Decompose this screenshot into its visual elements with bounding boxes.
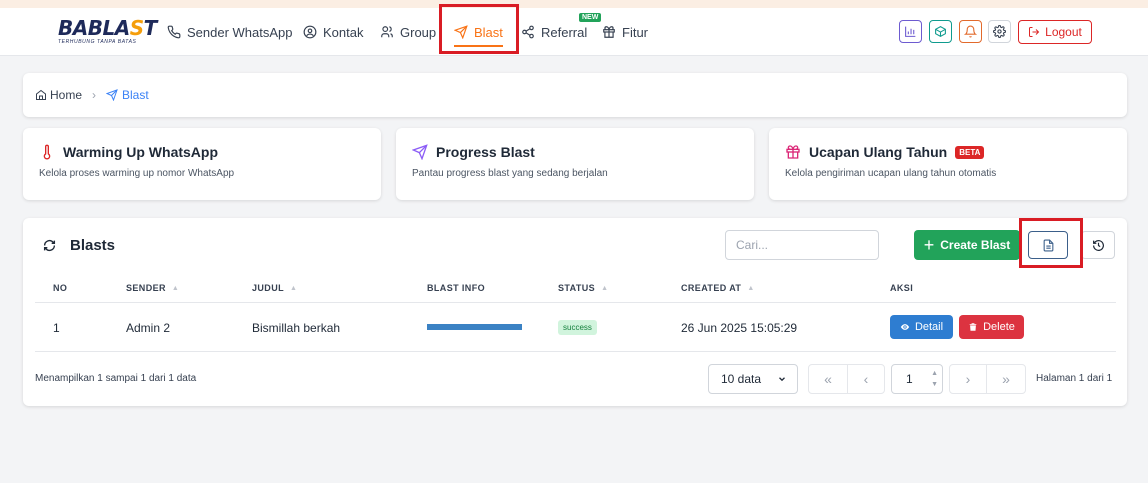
bar-chart-icon <box>905 26 916 37</box>
refresh-icon[interactable] <box>43 239 56 252</box>
caret-up-icon: ▲ <box>931 370 938 377</box>
document-icon <box>1043 239 1053 251</box>
sort-icon: ▲ <box>290 284 298 292</box>
feature-title: Ucapan Ulang Tahun <box>809 144 948 160</box>
cell-no: 1 <box>53 321 60 335</box>
delete-button[interactable]: Delete <box>959 315 1024 339</box>
feature-card-warming-up[interactable]: Warming Up WhatsApp Kelola proses warmin… <box>23 128 381 200</box>
chevron-left-icon: ‹ <box>863 371 869 387</box>
column-header-blast-info: BLAST INFO <box>427 283 485 293</box>
gift-icon <box>603 26 615 38</box>
history-icon <box>1092 239 1104 251</box>
gift-icon <box>786 145 800 159</box>
column-header-sender[interactable]: SENDER ▲ <box>126 283 179 293</box>
top-strip <box>0 0 1148 8</box>
column-header-created-at[interactable]: CREATED AT ▲ <box>681 283 755 293</box>
send-icon <box>454 25 468 39</box>
beta-badge: BETA <box>955 145 985 159</box>
nav-item-kontak[interactable]: Kontak <box>303 8 363 56</box>
send-icon <box>106 89 118 101</box>
sort-icon: ▲ <box>747 284 755 292</box>
nav-item-sender-whatsapp[interactable]: Sender WhatsApp <box>167 8 293 56</box>
gear-icon <box>993 25 1006 38</box>
double-chevron-left-icon: « <box>824 371 832 387</box>
column-header-no: NO <box>53 283 68 293</box>
thermometer-icon <box>43 144 51 160</box>
breadcrumb-current: Blast <box>106 88 149 102</box>
sort-icon: ▲ <box>171 284 180 292</box>
phone-icon <box>167 25 181 39</box>
active-underline <box>454 45 503 47</box>
cell-created-at: 26 Jun 2025 15:05:29 <box>681 321 798 335</box>
next-page-button[interactable]: › <box>949 364 987 394</box>
feature-card-ucapan-ulang-tahun[interactable]: Ucapan Ulang Tahun BETA Kelola pengirima… <box>769 128 1127 200</box>
plus-icon: + <box>923 235 935 255</box>
nav-item-referral[interactable]: Referral <box>521 8 587 56</box>
chevron-right-icon: › <box>965 371 971 387</box>
pagination-info: Menampilkan 1 sampai 1 dari 1 data <box>35 373 197 384</box>
search-input[interactable] <box>725 230 879 260</box>
document-button[interactable] <box>1028 231 1068 259</box>
feature-desc: Kelola proses warming up nomor WhatsApp <box>39 168 235 179</box>
feature-card-progress-blast[interactable]: Progress Blast Pantau progress blast yan… <box>396 128 754 200</box>
home-icon <box>36 89 46 100</box>
page-stepper[interactable]: ▲ ▼ <box>931 369 938 389</box>
per-page-select[interactable]: 10 data <box>708 364 798 394</box>
nav-item-blast[interactable]: Blast <box>454 8 503 56</box>
logout-button[interactable]: Logout <box>1018 20 1092 44</box>
blast-progress-bar <box>427 324 522 330</box>
brand-logo[interactable]: BABLAST TERHUBUNG TANPA BATAS <box>58 18 157 48</box>
caret-down-icon: ▼ <box>931 381 938 388</box>
breadcrumb-separator: › <box>92 88 97 102</box>
cell-sender: Admin 2 <box>126 321 171 335</box>
bell-icon <box>964 25 977 38</box>
stats-button[interactable] <box>899 20 922 43</box>
double-chevron-right-icon: » <box>1002 371 1010 387</box>
blast-progress-fill <box>427 324 522 330</box>
feature-title: Progress Blast <box>436 144 535 160</box>
page-of-label: Halaman 1 dari 1 <box>1036 373 1113 384</box>
notification-button[interactable] <box>959 20 982 43</box>
status-badge: success <box>558 320 597 335</box>
create-blast-button[interactable]: + Create Blast <box>914 230 1020 260</box>
sort-icon: ▲ <box>601 284 609 292</box>
package-button[interactable] <box>929 20 952 43</box>
column-header-judul[interactable]: JUDUL ▲ <box>252 283 297 293</box>
detail-button[interactable]: Detail <box>890 315 953 339</box>
trash-icon <box>969 323 977 331</box>
row-divider <box>35 351 1116 352</box>
feature-title: Warming Up WhatsApp <box>63 144 219 160</box>
column-header-status[interactable]: STATUS ▲ <box>558 283 608 293</box>
brand-tagline: TERHUBUNG TANPA BATAS <box>58 39 137 45</box>
feature-desc: Pantau progress blast yang sedang berjal… <box>412 168 608 179</box>
share-icon <box>522 25 534 39</box>
breadcrumb-home[interactable]: Home <box>35 88 82 102</box>
nav-item-group[interactable]: Group <box>380 8 436 56</box>
send-icon <box>412 144 428 160</box>
user-circle-icon <box>303 25 317 39</box>
blasts-card: Blasts + Create Blast NO SENDER▲ JUDUL▲ … <box>23 218 1127 406</box>
prev-page-button[interactable]: ‹ <box>847 364 885 394</box>
header-divider <box>35 302 1116 303</box>
column-header-aksi: AKSI <box>890 283 914 293</box>
logout-icon <box>1029 27 1040 37</box>
first-page-button[interactable]: « <box>808 364 848 394</box>
feature-desc: Kelola pengiriman ucapan ulang tahun oto… <box>785 168 997 179</box>
blasts-title: Blasts <box>70 237 116 254</box>
navbar: BABLAST TERHUBUNG TANPA BATAS Sender Wha… <box>0 8 1148 56</box>
settings-button[interactable] <box>988 20 1011 43</box>
history-button[interactable] <box>1081 231 1115 259</box>
nav-item-fitur[interactable]: Fitur <box>602 8 648 56</box>
box-icon <box>935 26 946 37</box>
users-icon <box>381 26 393 38</box>
breadcrumb: Home › Blast <box>23 73 1127 117</box>
eye-icon <box>900 324 910 330</box>
new-badge: NEW <box>579 13 602 22</box>
page-number-input[interactable]: 1 ▲ ▼ <box>891 364 943 394</box>
cell-judul: Bismillah berkah <box>252 321 341 335</box>
last-page-button[interactable]: » <box>986 364 1026 394</box>
chevron-down-icon <box>779 377 785 382</box>
